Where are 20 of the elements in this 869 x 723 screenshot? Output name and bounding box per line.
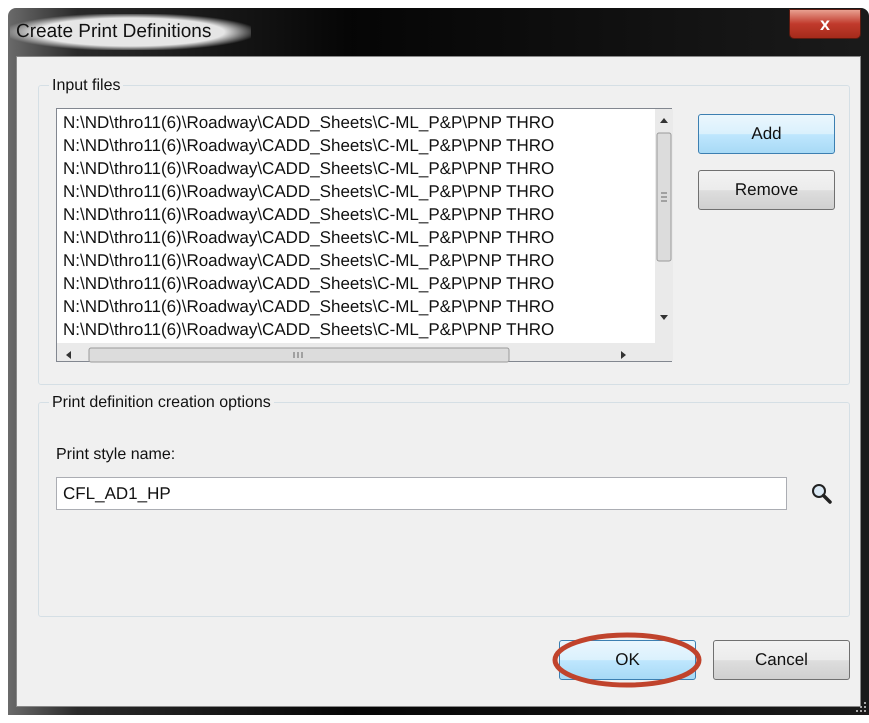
remove-button[interactable]: Remove: [698, 170, 835, 210]
file-row[interactable]: N:\ND\thro11(6)\Roadway\CADD_Sheets\C-ML_P&P\PNP THRO: [63, 157, 655, 180]
window-title: Create Print Definitions: [10, 14, 252, 50]
file-row[interactable]: N:\ND\thro11(6)\Roadway\CADD_Sheets\C-ML_P&P\PNP THRO: [63, 180, 655, 203]
file-row[interactable]: N:\ND\thro11(6)\Roadway\CADD_Sheets\C-ML_P&P\PNP THRO: [63, 295, 655, 318]
file-row[interactable]: N:\ND\thro11(6)\Roadway\CADD_Sheets\C-ML_P&P\PNP THRO: [63, 203, 655, 226]
file-list[interactable]: [56, 108, 672, 362]
file-row[interactable]: N:\ND\thro11(6)\Roadway\CADD_Sheets\C-ML_P&P\PNP THRO: [63, 272, 655, 295]
file-row[interactable]: N:\ND\thro11(6)\Roadway\CADD_Sheets\C-ML_P&P\PNP THRO: [63, 226, 655, 249]
add-button[interactable]: Add: [698, 114, 835, 154]
file-row[interactable]: N:\ND\thro11(6)\Roadway\CADD_Sheets\C-ML_P&P\PNP THRO: [63, 318, 655, 341]
print-style-field[interactable]: CFL_AD1_HP: [56, 477, 787, 510]
file-row[interactable]: N:\ND\thro11(6)\Roadway\CADD_Sheets\C-ML_P&P\PNP THRO: [63, 111, 655, 134]
field-label: Print style name:: [56, 445, 176, 465]
search-icon[interactable]: [811, 482, 833, 504]
cancel-button[interactable]: Cancel: [713, 640, 850, 680]
file-row[interactable]: N:\ND\thro11(6)\Roadway\CADD_Sheets\C-ML_P&P\PNP THRO: [63, 134, 655, 157]
close-button[interactable]: x: [789, 9, 861, 39]
resize-grip[interactable]: [855, 701, 867, 713]
file-row[interactable]: N:\ND\thro11(6)\Roadway\CADD_Sheets\C-ML_P&P\PNP THRO: [63, 249, 655, 272]
